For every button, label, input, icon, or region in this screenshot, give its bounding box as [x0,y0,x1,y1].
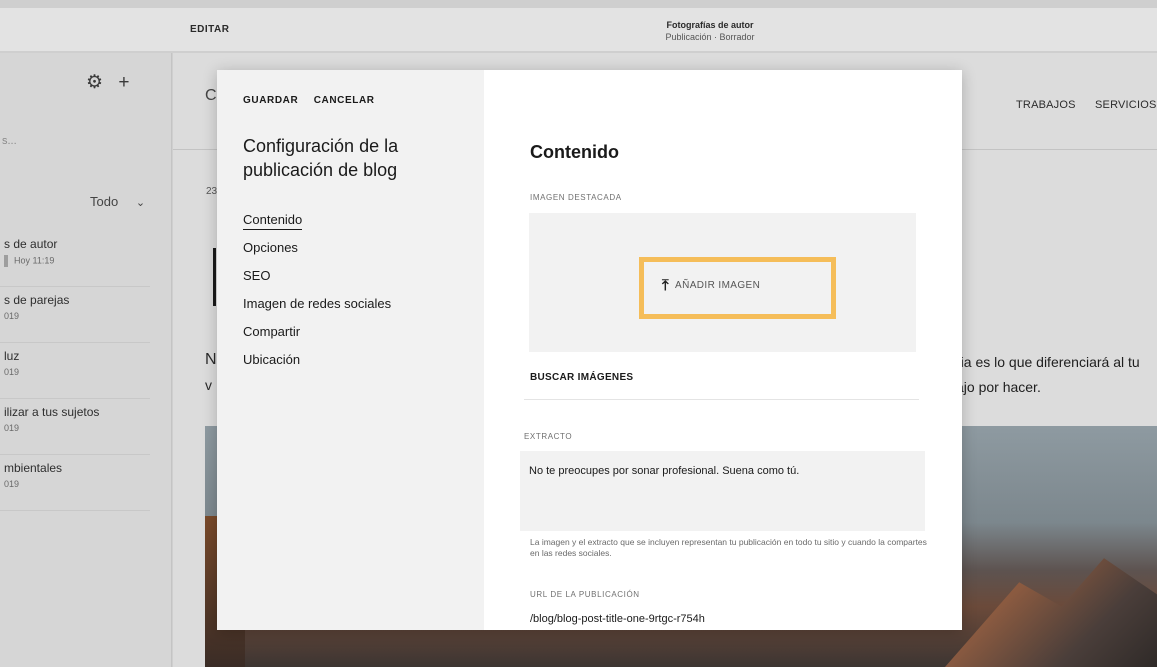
pages-panel: ⚙ + s... Todo ⌄ s de autor Hoy 11:19 s d… [0,53,172,667]
add-image-button[interactable]: ⤒ AÑADIR IMAGEN [662,277,760,294]
panel-tools: ⚙ + [86,71,139,94]
tab-compartir[interactable]: Compartir [243,323,391,351]
excerpt-help-text: La imagen y el extracto que se incluyen … [530,537,927,558]
excerpt-label: EXTRACTO [524,432,573,441]
filter-label: Todo [90,194,119,209]
draft-indicator [4,255,8,267]
add-image-label: AÑADIR IMAGEN [675,280,761,291]
tab-label: Imagen de redes sociales [243,296,392,311]
list-item[interactable]: s de parejas 019 [0,287,150,343]
list-item[interactable]: ilizar a tus sujetos 019 [0,399,150,455]
featured-image-label: IMAGEN DESTACADA [530,193,622,202]
post-url-field[interactable]: /blog/blog-post-title-one-9rtgc-r754h [530,613,705,625]
upload-icon: ⤒ [662,277,670,294]
body-text-fragment: v [205,377,212,393]
add-image-highlight: ⤒ AÑADIR IMAGEN [639,257,836,319]
tab-ubicacion[interactable]: Ubicación [243,351,391,379]
post-date: 019 [4,423,20,433]
dialog-content: Contenido IMAGEN DESTACADA ⤒ AÑADIR IMAGE… [484,70,962,630]
divider [524,399,919,400]
page-title-text: Fotografías de autor [666,20,754,30]
save-button[interactable]: GUARDAR [243,95,298,106]
page-title: Fotografías de autor Publicación · Borra… [640,19,780,43]
post-title: s de parejas [4,293,70,307]
chevron-down-icon: ⌄ [135,197,146,209]
dialog-sidebar: GUARDAR CANCELAR Configuración de la pub… [217,70,484,630]
post-title: ilizar a tus sujetos [4,405,100,419]
list-item[interactable]: mbientales 019 [0,455,150,511]
filter-select[interactable]: Todo ⌄ [90,194,145,209]
post-date: 019 [4,311,20,321]
dialog-title: Configuración de la publicación de blog [243,136,399,180]
nav-link-trabajos[interactable]: TRABAJOS [1016,99,1076,111]
page-status: Publicación · Borrador [665,32,755,42]
site-logo: C [205,87,217,104]
mountain-ridge [945,558,1157,667]
top-bar: EDITAR Fotografías de autor Publicación … [0,8,1157,52]
image-dropzone[interactable]: ⤒ AÑADIR IMAGEN [529,213,916,352]
tab-label: SEO [243,268,271,283]
tab-contenido[interactable]: Contenido [243,211,391,239]
tab-label: Contenido [243,212,303,230]
post-date: 019 [4,367,20,377]
tab-opciones[interactable]: Opciones [243,239,391,267]
body-text-line: ria es lo que diferenciará al tu [956,354,1140,370]
post-date-fragment: 23 [206,186,218,197]
post-title: luz [4,349,20,363]
tab-label: Opciones [243,240,298,255]
post-date: 019 [4,479,20,489]
post-date-text: Hoy 11:19 [14,255,55,266]
title-fragment [213,248,216,306]
section-heading: Contenido [530,142,619,162]
tab-label: Ubicación [243,352,301,367]
edit-label[interactable]: EDITAR [190,24,229,35]
tab-label: Compartir [243,324,301,339]
post-url-label: URL DE LA PUBLICACIÓN [530,590,640,599]
body-text-line: ajo por hacer. [956,379,1041,395]
list-item[interactable]: luz 019 [0,343,150,399]
body-text-fragment: N [205,351,217,368]
nav-link-servicios[interactable]: SERVICIOS [1095,99,1157,111]
add-icon[interactable]: + [118,72,129,93]
search-input[interactable]: s... [2,135,17,147]
post-settings-dialog: GUARDAR CANCELAR Configuración de la pub… [217,70,962,630]
excerpt-field[interactable]: No te preocupes por sonar profesional. S… [520,451,925,531]
dialog-actions: GUARDAR CANCELAR [243,95,387,106]
post-title: mbientales [4,461,63,475]
tab-seo[interactable]: SEO [243,267,391,295]
post-date: Hoy 11:19 [4,255,54,267]
settings-nav: Contenido Opciones SEO Imagen de redes s… [243,211,391,379]
list-item[interactable]: s de autor Hoy 11:19 [0,231,150,287]
gear-icon[interactable]: ⚙ [86,72,103,93]
search-images-button[interactable]: BUSCAR IMÁGENES [530,372,633,383]
post-title: s de autor [4,237,58,251]
tab-social-image[interactable]: Imagen de redes sociales [243,295,391,323]
cancel-button[interactable]: CANCELAR [314,95,375,106]
